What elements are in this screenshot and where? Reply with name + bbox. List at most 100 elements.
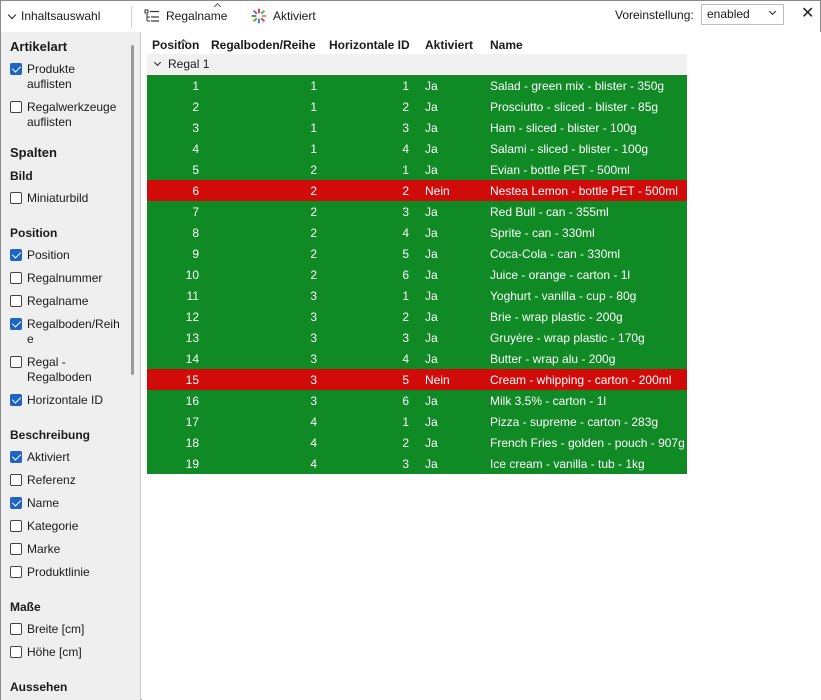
table-row[interactable]: 14 3 4 Ja Butter - wrap alu - 200g <box>147 348 687 369</box>
close-icon[interactable]: ✕ <box>801 6 814 22</box>
checkbox-unchecked[interactable] <box>10 543 22 555</box>
table-row[interactable]: 2 1 2 Ja Prosciutto - sliced - blister - 85g <box>147 96 687 117</box>
column-header-position[interactable]: Position <box>152 38 199 52</box>
group-by-aktiviert-button[interactable]: Aktiviert <box>251 7 316 25</box>
checkbox-checked[interactable] <box>10 63 22 75</box>
table-row[interactable]: 7 2 3 Ja Red Bull - can - 355ml <box>147 201 687 222</box>
horizontale-id-cell: 2 <box>402 436 409 450</box>
checkbox-checked[interactable] <box>10 394 22 406</box>
name-cell: Cream - whipping - carton - 200ml <box>490 373 672 387</box>
chevron-down-icon <box>153 58 162 67</box>
checkbox-unchecked[interactable] <box>10 646 22 658</box>
checkbox-regalboden-reihe[interactable]: Regalboden/Reihe <box>10 317 121 347</box>
voreinstellung-select[interactable]: enabled <box>701 4 784 25</box>
group-row-regal[interactable]: Regal 1 <box>147 54 687 74</box>
table-row[interactable]: 10 2 6 Ja Juice - orange - carton - 1l <box>147 264 687 285</box>
checkbox-checked[interactable] <box>10 451 22 463</box>
table-row[interactable]: 8 2 4 Ja Sprite - can - 330ml <box>147 222 687 243</box>
checkbox-unchecked[interactable] <box>10 623 22 635</box>
group-by-regalname-button[interactable]: Regalname <box>144 2 227 25</box>
checkbox-produkte[interactable]: Produkte auflisten <box>10 62 111 92</box>
table-row[interactable]: 12 3 2 Ja Brie - wrap plastic - 200g <box>147 306 687 327</box>
table-row[interactable]: 18 4 2 Ja French Fries - golden - pouch - 90… <box>147 432 687 453</box>
horizontale-id-cell: 4 <box>402 352 409 366</box>
checkbox-position[interactable]: Position <box>10 248 70 263</box>
checkbox-breite[interactable]: Breite [cm] <box>10 622 84 637</box>
header-text: Regalboden/Reihe <box>211 38 316 52</box>
checkbox-label: Referenz <box>27 473 76 487</box>
toolbar: Inhaltsauswahl Regalname Aktiviert Vorei… <box>1 1 820 31</box>
horizontale-id-cell: 5 <box>402 373 409 387</box>
sparkle-icon <box>251 8 267 24</box>
table-row[interactable]: 19 4 3 Ja Ice cream - vanilla - tub - 1kg <box>147 453 687 474</box>
column-header-aktiviert[interactable]: Aktiviert <box>425 38 473 52</box>
table-row[interactable]: 4 1 4 Ja Salami - sliced - blister - 100g <box>147 138 687 159</box>
checkbox-unchecked[interactable] <box>10 474 22 486</box>
name-cell: Coca-Cola - can - 330ml <box>490 247 621 261</box>
checkbox-checked[interactable] <box>10 249 22 261</box>
table-row[interactable]: 17 4 1 Ja Pizza - supreme - carton - 283g <box>147 411 687 432</box>
checkbox-label: Regalboden/Reihe <box>27 317 120 346</box>
table-row[interactable]: 9 2 5 Ja Coca-Cola - can - 330ml <box>147 243 687 264</box>
toolbar-divider <box>131 6 132 28</box>
checkbox-hoehe[interactable]: Höhe [cm] <box>10 645 82 660</box>
checkbox-miniaturbild[interactable]: Miniaturbild <box>10 191 88 206</box>
checkbox-unchecked[interactable] <box>10 566 22 578</box>
aktiviert-cell: Nein <box>425 184 450 198</box>
table-row[interactable]: 5 2 1 Ja Evian - bottle PET - 500ml <box>147 159 687 180</box>
checkbox-regalnummer[interactable]: Regalnummer <box>10 271 102 286</box>
horizontale-id-cell: 3 <box>402 331 409 345</box>
table-row[interactable]: 11 3 1 Ja Yoghurt - vanilla - cup - 80g <box>147 285 687 306</box>
table-row[interactable]: 3 1 3 Ja Ham - sliced - blister - 100g <box>147 117 687 138</box>
checkbox-horizontale-id[interactable]: Horizontale ID <box>10 393 103 408</box>
checkbox-label: Breite [cm] <box>27 622 85 636</box>
checkbox-unchecked[interactable] <box>10 520 22 532</box>
checkbox-label: Regalwerkzeuge auflisten <box>27 100 117 129</box>
checkbox-referenz[interactable]: Referenz <box>10 473 76 488</box>
checkbox-unchecked[interactable] <box>10 272 22 284</box>
horizontale-id-cell: 1 <box>402 289 409 303</box>
list-hierarchy-icon <box>144 9 159 22</box>
checkbox-label: Kategorie <box>27 519 79 533</box>
checkbox-regalwerkzeuge[interactable]: Regalwerkzeuge auflisten <box>10 100 123 130</box>
aktiviert-cell: Ja <box>425 226 438 240</box>
name-cell: Juice - orange - carton - 1l <box>490 268 631 282</box>
aktiviert-cell: Ja <box>425 121 438 135</box>
checkbox-name[interactable]: Name <box>10 496 59 511</box>
aktiviert-cell: Ja <box>425 352 438 366</box>
name-cell: Pizza - supreme - carton - 283g <box>490 415 659 429</box>
checkbox-checked[interactable] <box>10 497 22 509</box>
checkbox-regal-regalboden[interactable]: Regal - Regalboden <box>10 355 97 385</box>
content-selection-toggle[interactable]: Inhaltsauswahl <box>7 9 100 23</box>
table-row[interactable]: 13 3 3 Ja Gruyère - wrap plastic - 170g <box>147 327 687 348</box>
voreinstellung-label: Voreinstellung: <box>615 8 694 22</box>
checkbox-aktiviert[interactable]: Aktiviert <box>10 450 70 465</box>
checkbox-kategorie[interactable]: Kategorie <box>10 519 78 534</box>
checkbox-regalname[interactable]: Regalname <box>10 294 88 309</box>
checkbox-unchecked[interactable] <box>10 356 22 368</box>
checkbox-unchecked[interactable] <box>10 295 22 307</box>
table-row[interactable]: 16 3 6 Ja Milk 3.5% - carton - 1l <box>147 390 687 411</box>
aussehen-heading: Aussehen <box>10 680 68 694</box>
column-header-regalboden-reihe[interactable]: Regalboden/Reihe <box>211 38 316 52</box>
checkbox-checked[interactable] <box>10 318 22 330</box>
checkbox-unchecked[interactable] <box>10 101 22 113</box>
aktiviert-cell: Nein <box>425 373 450 387</box>
aktiviert-cell: Ja <box>425 79 438 93</box>
checkbox-label: Höhe [cm] <box>27 645 82 659</box>
checkbox-unchecked[interactable] <box>10 192 22 204</box>
checkbox-produktlinie[interactable]: Produktlinie <box>10 565 90 580</box>
aktiviert-cell: Ja <box>425 247 438 261</box>
checkbox-marke[interactable]: Marke <box>10 542 60 557</box>
horizontale-id-cell: 2 <box>402 100 409 114</box>
sidebar-scrollbar[interactable] <box>131 45 134 375</box>
table-row[interactable]: 1 1 1 Ja Salad - green mix - blister - 350g <box>147 75 687 96</box>
table-row[interactable]: 15 3 5 Nein Cream - whipping - carton - 200m… <box>147 369 687 390</box>
column-header-name[interactable]: Name <box>490 38 523 52</box>
voreinstellung-value: enabled <box>707 7 750 21</box>
table-row[interactable]: 6 2 2 Nein Nestea Lemon - bottle PET - 500ml <box>147 180 687 201</box>
checkbox-label: Regal - Regalboden <box>27 355 92 384</box>
column-header-horizontale-id[interactable]: Horizontale ID <box>329 38 410 52</box>
name-cell: Ham - sliced - blister - 100g <box>490 121 637 135</box>
name-cell: Salad - green mix - blister - 350g <box>490 79 665 93</box>
